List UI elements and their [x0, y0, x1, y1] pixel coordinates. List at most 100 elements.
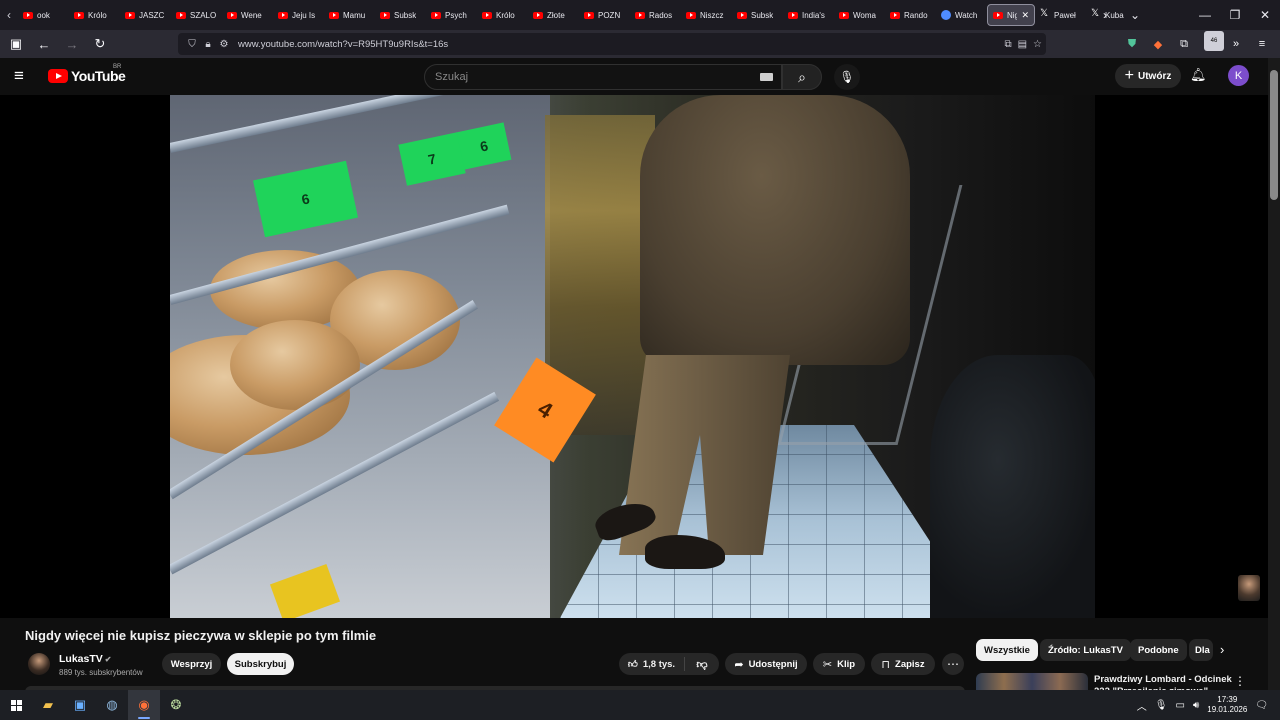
youtube-icon	[839, 11, 849, 19]
scrollbar-thumb[interactable]	[1270, 70, 1278, 200]
browser-tab[interactable]: SZALO	[171, 4, 222, 26]
extensions-puzzle-icon[interactable]: ⧉	[1174, 34, 1194, 54]
browser-tab[interactable]: Złote	[528, 4, 579, 26]
youtube-icon	[23, 11, 33, 19]
browser-tab[interactable]: Rados	[630, 4, 681, 26]
browser-tab[interactable]: POZN	[579, 4, 630, 26]
dislike-button[interactable]: 👎︎	[685, 658, 719, 671]
keyboard-icon[interactable]	[760, 73, 773, 81]
notifications-icon[interactable]: 🗨︎	[1255, 700, 1268, 711]
microphone-tray-icon[interactable]: 🎙︎	[1155, 700, 1168, 711]
tab-list-dropdown-icon[interactable]: ⌄	[1120, 8, 1150, 22]
recommendation-menu-icon[interactable]: ⋮	[1234, 674, 1246, 688]
recommendation-title[interactable]: Prawdziwy Lombard - Odcinek 222 "Przesil…	[1094, 674, 1234, 690]
chip-all[interactable]: Wszystkie	[976, 639, 1038, 661]
browser-tab[interactable]: Jeju Is	[273, 4, 324, 26]
browser-tab[interactable]: Królo	[69, 4, 120, 26]
forward-icon[interactable]: →	[60, 32, 84, 56]
reload-icon[interactable]: ↻	[88, 32, 112, 56]
browser-tab[interactable]: Wene	[222, 4, 273, 26]
address-bar[interactable]: ⛉ 🔒︎ ⚙︎ www.youtube.com/watch?v=R95HT9u9…	[178, 33, 1046, 55]
more-dots-icon: ⋯	[947, 657, 959, 671]
remote-desktop-icon[interactable]: ▣	[64, 690, 96, 720]
browser-tab[interactable]: ook	[18, 4, 69, 26]
clip-button[interactable]: ✂ Klip	[813, 653, 865, 675]
browser-tab[interactable]: Rando	[885, 4, 936, 26]
permissions-icon[interactable]: ⚙︎	[216, 39, 232, 50]
file-explorer-icon[interactable]: ▰	[32, 690, 64, 720]
browser-tab[interactable]: Watch	[936, 4, 987, 26]
browser-tab[interactable]: Psych	[426, 4, 477, 26]
ublock-icon[interactable]: ⬢46	[1200, 31, 1224, 54]
clock[interactable]: 17:39 19.01.2026	[1207, 695, 1247, 715]
channel-name[interactable]: LukasTV ✔	[59, 653, 111, 665]
privacy-extension-icon[interactable]: ⛊	[1122, 34, 1142, 54]
create-button[interactable]: + Utwórz	[1115, 64, 1181, 88]
browser-tab[interactable]: Mamu	[324, 4, 375, 26]
more-actions-button[interactable]: ⋯	[942, 653, 964, 675]
support-button[interactable]: Wesprzyj	[162, 653, 221, 675]
browser-tab[interactable]: Królo	[477, 4, 528, 26]
microphone-icon: 🎙︎	[839, 70, 855, 84]
browser-tab[interactable]: Nig ✕	[987, 4, 1035, 26]
firefox-taskbar-icon[interactable]: ◉	[128, 690, 160, 720]
lock-icon[interactable]: 🔒︎	[200, 39, 216, 50]
tab-label: ook	[37, 10, 50, 20]
chip-related[interactable]: Podobne	[1130, 639, 1187, 661]
guide-menu-icon[interactable]: ≡	[14, 66, 34, 86]
toolbar-extensions: ⛊ ◆ ⧉ ⬢46 » ≡	[1122, 31, 1272, 54]
subscribe-button[interactable]: Subskrybuj	[227, 653, 294, 675]
tab-label: POZN	[598, 10, 621, 20]
account-avatar[interactable]: K	[1228, 65, 1249, 86]
overflow-menu-icon[interactable]: »	[1226, 34, 1246, 54]
app-taskbar-icon[interactable]: ❂	[160, 690, 192, 720]
search-input[interactable]: Szukaj	[424, 64, 782, 90]
subscriber-count: 889 tys. subskrybentów	[59, 668, 143, 677]
tab-scroll-left-icon[interactable]: ‹	[0, 0, 18, 30]
browser-tab[interactable]: Subsk	[732, 4, 783, 26]
firefox-extension-icon[interactable]: ◆	[1148, 34, 1168, 54]
channel-avatar[interactable]	[28, 653, 50, 675]
like-button[interactable]: 👍︎ 1,8 tys.	[619, 657, 685, 671]
thumbs-down-icon: 👎︎	[696, 658, 708, 671]
browser-tab[interactable]: Woma	[834, 4, 885, 26]
share-button[interactable]: ➦ Udostępnij	[725, 653, 807, 675]
browser-tab[interactable]: Subsk	[375, 4, 426, 26]
page-scrollbar[interactable]	[1268, 58, 1280, 690]
reader-view-icon[interactable]: ▤	[1018, 39, 1027, 50]
notifications-bell-icon[interactable]: 🔔︎	[1190, 67, 1207, 83]
minimize-icon[interactable]: —	[1190, 8, 1220, 22]
browser-tab[interactable]: JASZC	[120, 4, 171, 26]
picture-in-picture-icon[interactable]: ⧉	[1004, 39, 1011, 50]
browser-tab[interactable]: India's	[783, 4, 834, 26]
browser-tab[interactable]: Paweł	[1035, 4, 1086, 26]
save-button[interactable]: ⊓ Zapisz	[871, 653, 935, 675]
browser-tab[interactable]: Niszcz	[681, 4, 732, 26]
youtube-icon	[125, 11, 135, 19]
tracking-shield-icon[interactable]: ⛉	[184, 39, 200, 50]
chevron-right-icon[interactable]: ›	[1220, 642, 1224, 657]
tab-scroll-right-icon[interactable]: ›	[1090, 8, 1120, 22]
back-icon[interactable]: ←	[32, 32, 56, 56]
voice-search-button[interactable]: 🎙︎	[834, 64, 860, 90]
steam-icon[interactable]: ◍	[96, 690, 128, 720]
chip-for-you[interactable]: Dla	[1189, 639, 1213, 661]
close-window-icon[interactable]: ✕	[1250, 8, 1280, 22]
tray-overflow-icon[interactable]: ︿	[1137, 698, 1147, 713]
volume-icon[interactable]: 🔊︎	[1193, 700, 1199, 711]
tab-label: Subsk	[751, 10, 774, 20]
tab-label: Rando	[904, 10, 928, 20]
bookmark-star-icon[interactable]: ☆	[1033, 39, 1042, 50]
start-button[interactable]	[0, 690, 32, 720]
app-menu-icon[interactable]: ≡	[1252, 34, 1272, 54]
youtube-logo[interactable]: YouTube BR	[48, 64, 126, 84]
search-button[interactable]: ⌕	[782, 64, 822, 90]
close-tab-icon[interactable]: ✕	[1021, 10, 1029, 21]
chip-from-channel[interactable]: Źródło: LukasTV	[1040, 639, 1131, 661]
url-text[interactable]: www.youtube.com/watch?v=R95HT9u9RIs&t=16…	[238, 39, 448, 50]
network-icon[interactable]: ▭	[1175, 700, 1184, 711]
video-player[interactable]: 6 7 6 4	[0, 95, 1268, 618]
sidebar-toggle-icon[interactable]: ▣	[4, 32, 28, 56]
restore-icon[interactable]: ❐	[1220, 8, 1250, 22]
channel-watermark[interactable]	[1238, 575, 1260, 601]
